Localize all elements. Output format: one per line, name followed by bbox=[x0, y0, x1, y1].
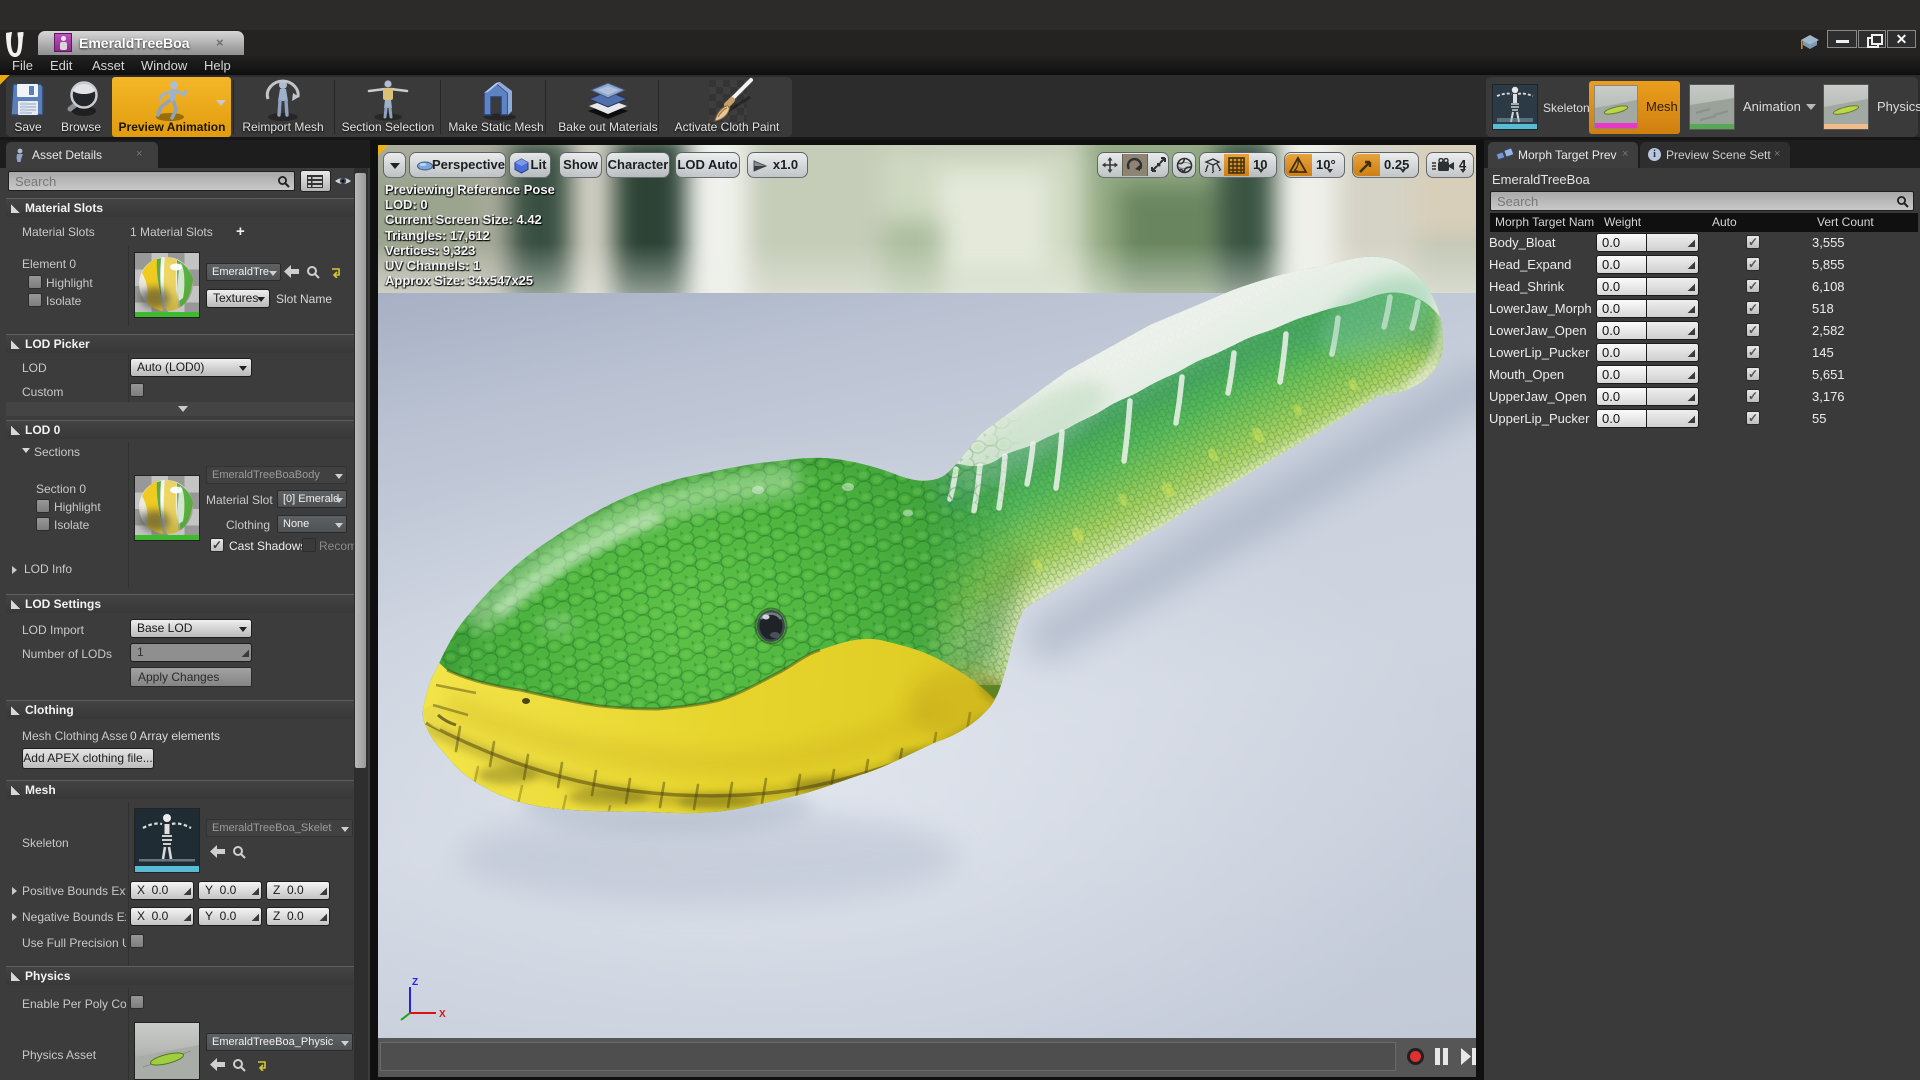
svg-text:X: X bbox=[439, 1009, 446, 1020]
svg-text:Z: Z bbox=[412, 977, 418, 988]
